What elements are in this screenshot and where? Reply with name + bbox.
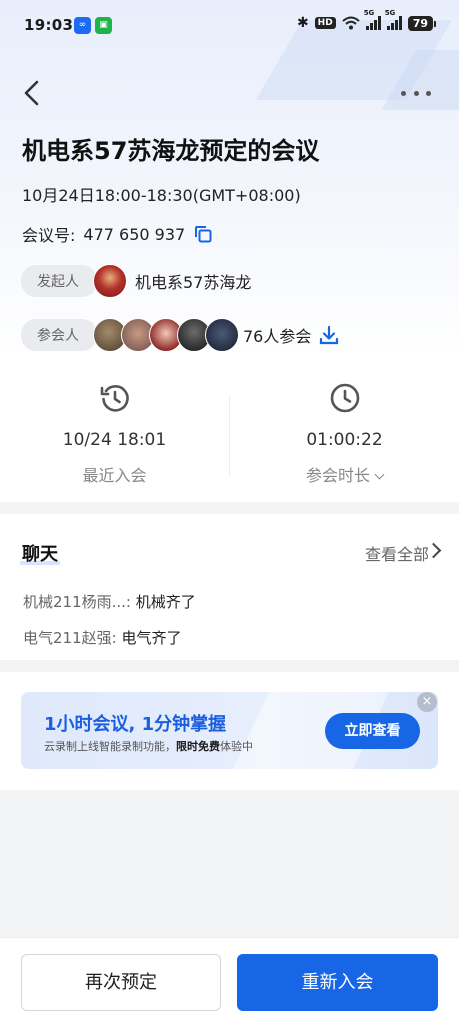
- clock-icon: [330, 383, 359, 413]
- message-sender: 机械211杨雨...:: [23, 593, 131, 611]
- back-arrow-icon[interactable]: [18, 78, 48, 108]
- last-join-stat: 10/24 18:01 最近入会: [0, 382, 229, 486]
- view-all-link[interactable]: 查看全部: [365, 541, 429, 565]
- signal-icon: 5G: [385, 9, 402, 30]
- duration-stat: 01:00:22 参会时长: [230, 382, 459, 486]
- promo-subtitle: 云录制上线智能录制功能，限时免费体验中: [44, 740, 253, 753]
- bottom-action-bar: 再次预定 重新入会: [0, 937, 459, 1026]
- avatar[interactable]: [93, 264, 127, 298]
- bluetooth-icon: ✱: [296, 15, 309, 31]
- app-notification-icon: ▣: [95, 17, 112, 34]
- close-icon[interactable]: ×: [417, 692, 437, 712]
- message-text: 电气齐了: [121, 629, 182, 647]
- hd-voice-icon: HD: [314, 17, 336, 29]
- chat-section: 聊天 查看全部 机械211杨雨...: 机械齐了 电气211赵强: 电气齐了: [0, 514, 459, 660]
- message-sender: 电气211赵强:: [23, 629, 117, 647]
- last-join-label: 最近入会: [82, 466, 147, 485]
- app-notification-icon: ∞: [74, 17, 91, 34]
- duration-value: 01:00:22: [306, 430, 383, 450]
- meeting-id-value: 477 650 937: [83, 224, 186, 244]
- message-text: 机械齐了: [135, 593, 196, 611]
- duration-toggle[interactable]: 参会时长: [230, 462, 459, 486]
- status-bar: 19:03 ∞ ▣ ✱ HD 5G 5G 79: [0, 0, 459, 56]
- meeting-id-label: 会议号:: [22, 226, 76, 245]
- rejoin-button[interactable]: 重新入会: [237, 954, 438, 1011]
- chat-message: 机械211杨雨...: 机械齐了: [23, 591, 196, 612]
- meeting-id-row: 会议号: 477 650 937: [22, 222, 213, 246]
- promo-title: 1小时会议, 1分钟掌握: [44, 714, 227, 735]
- host-label: 发起人: [21, 265, 97, 297]
- promo-banner[interactable]: 1小时会议, 1分钟掌握 云录制上线智能录制功能，限时免费体验中 立即查看: [21, 692, 438, 769]
- attendees-row[interactable]: 参会人 76人参会: [21, 318, 339, 352]
- host-name: 机电系57苏海龙: [135, 273, 252, 292]
- status-time: 19:03: [24, 16, 74, 34]
- meeting-stats: 10/24 18:01 最近入会 01:00:22 参会时长: [0, 360, 459, 502]
- attendee-avatars[interactable]: [93, 318, 239, 352]
- reschedule-button[interactable]: 再次预定: [21, 954, 221, 1011]
- page-title: 机电系57苏海龙预定的会议: [22, 137, 320, 165]
- avatar: [205, 318, 239, 352]
- chevron-down-icon: [374, 469, 385, 480]
- attendees-label: 参会人: [21, 319, 97, 351]
- wifi-icon: [342, 16, 360, 30]
- battery-icon: 79: [407, 15, 437, 31]
- copy-icon[interactable]: [193, 224, 213, 244]
- chat-message: 电气211赵强: 电气齐了: [23, 627, 181, 648]
- attendee-count[interactable]: 76人参会: [243, 323, 311, 347]
- download-icon[interactable]: [319, 325, 339, 345]
- last-join-value: 10/24 18:01: [62, 430, 167, 450]
- meeting-time-range: 10月24日18:00-18:30(GMT+08:00): [22, 186, 301, 205]
- status-icons: ✱ HD 5G 5G 79: [296, 9, 437, 31]
- promo-section: 1小时会议, 1分钟掌握 云录制上线智能录制功能，限时免费体验中 立即查看: [0, 672, 459, 790]
- view-now-button[interactable]: 立即查看: [325, 713, 420, 749]
- host-row: 发起人 机电系57苏海龙: [21, 264, 251, 298]
- more-options-icon[interactable]: [401, 82, 431, 104]
- signal-icon: 5G: [364, 9, 381, 30]
- history-icon: [100, 385, 129, 412]
- duration-label: 参会时长: [305, 466, 370, 485]
- chat-title: 聊天: [22, 544, 58, 565]
